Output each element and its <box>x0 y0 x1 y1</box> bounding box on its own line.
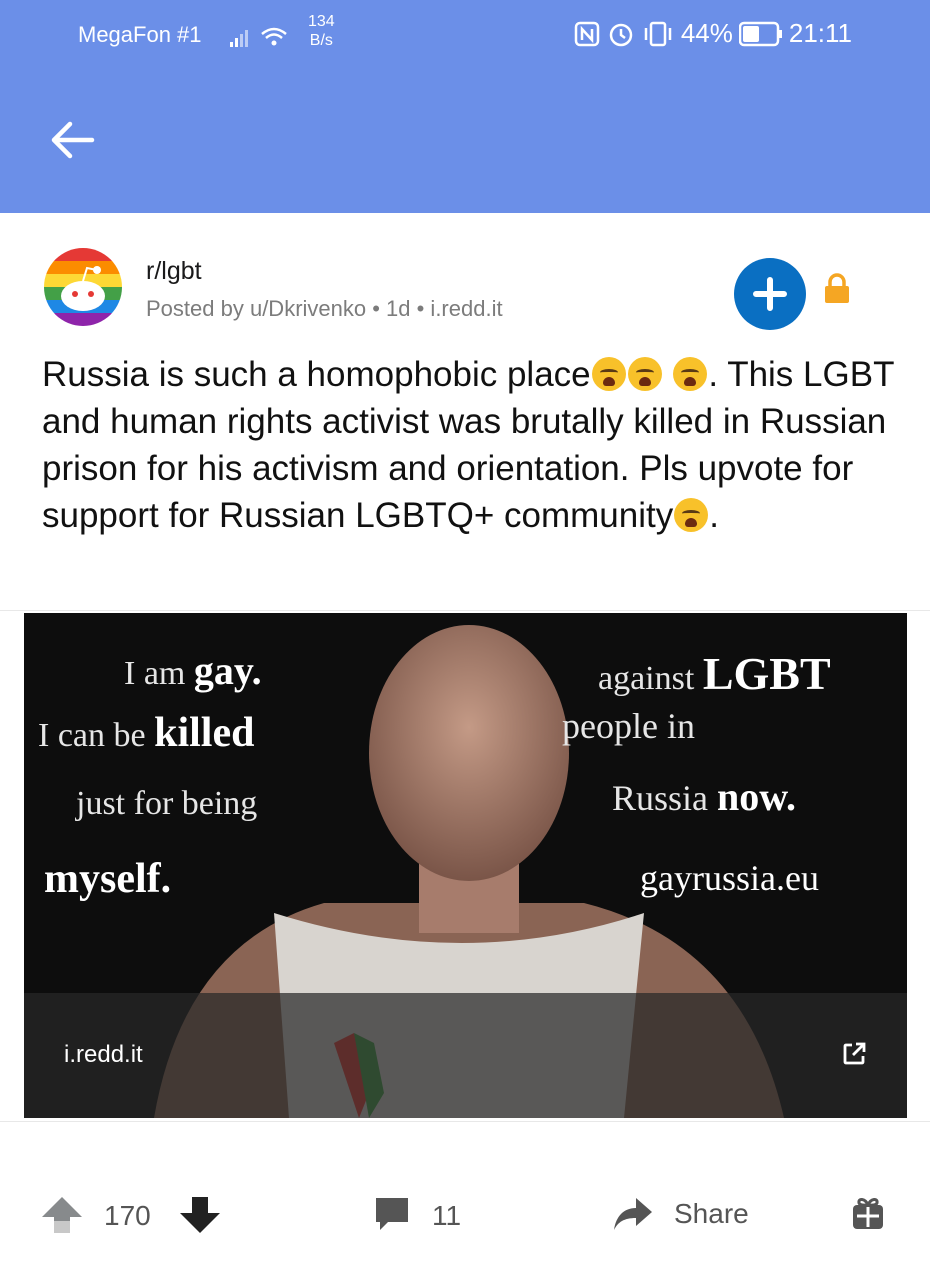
link-domain[interactable]: i.redd.it <box>64 1041 143 1069</box>
battery-percent: 44% <box>680 18 733 48</box>
upvote-button[interactable] <box>40 1195 84 1240</box>
downvote-icon <box>180 1197 220 1233</box>
speed-value: 134 <box>308 13 335 30</box>
comment-icon <box>376 1198 408 1230</box>
title-text: Russia is such a homophobic place <box>42 355 591 394</box>
post-image[interactable]: I am gay. I can be killed just for being… <box>24 613 907 1118</box>
image-text-line: gay. <box>193 648 262 693</box>
status-bar: MegaFon #1 134 B/s 44% 21:11 <box>0 0 930 70</box>
image-text-line: against <box>598 660 695 697</box>
image-text: gayrussia.eu <box>640 858 819 898</box>
share-label: Share <box>674 1198 749 1229</box>
award-button[interactable] <box>850 1195 886 1236</box>
comment-count: 11 <box>432 1200 462 1231</box>
image-text: just for being <box>76 785 258 822</box>
network-speed: 134 B/s <box>308 12 335 50</box>
clock: 21:11 <box>788 18 852 48</box>
comments-button[interactable] <box>372 1194 412 1239</box>
alarm-icon <box>609 23 633 46</box>
subreddit-name[interactable]: r/lgbt <box>146 257 202 286</box>
speed-unit: B/s <box>309 32 333 49</box>
image-text-line: now. <box>717 774 796 819</box>
post-card: r/lgbt Posted by u/Dkrivenko • 1d • i.re… <box>0 213 930 1280</box>
share-button[interactable]: Share <box>612 1194 749 1234</box>
downvote-button[interactable] <box>178 1195 222 1240</box>
post-actions: 170 11 Share <box>0 1180 930 1250</box>
battery-icon <box>738 21 782 46</box>
upvote-icon <box>42 1197 82 1233</box>
carrier-name: MegaFon #1 <box>78 22 202 47</box>
crying-emoji-icon <box>627 357 662 391</box>
back-arrow-icon <box>51 121 95 159</box>
vote-count: 170 <box>104 1200 151 1231</box>
image-text: I am gay. <box>124 647 262 694</box>
image-text: people in <box>562 706 695 746</box>
nfc-icon <box>574 21 600 46</box>
status-right: 44% 21:11 <box>573 18 852 49</box>
image-text: against LGBT <box>598 647 831 700</box>
crying-emoji-icon <box>591 357 626 391</box>
crying-emoji-icon <box>674 498 709 532</box>
app-header: MegaFon #1 134 B/s 44% 21:11 <box>0 0 930 213</box>
external-link-icon[interactable] <box>841 1041 867 1072</box>
title-text: . <box>709 496 719 535</box>
join-plus-icon <box>753 277 787 311</box>
vibrate-icon <box>644 21 672 46</box>
image-text-line: LGBT <box>702 648 831 699</box>
image-text: myself. <box>44 856 172 902</box>
image-text-line: killed <box>154 710 255 756</box>
image-text-line: I can be <box>38 717 146 754</box>
crying-emoji-icon <box>673 357 708 391</box>
image-text: Russia now. <box>612 773 796 820</box>
image-text-line: I am <box>124 655 186 692</box>
post-image-container[interactable]: I am gay. I can be killed just for being… <box>0 610 930 1122</box>
image-text: I can be killed <box>38 709 254 757</box>
share-icon <box>614 1198 652 1230</box>
back-button[interactable] <box>48 118 98 162</box>
award-icon <box>853 1198 883 1229</box>
signal-wifi-icon <box>228 24 298 55</box>
post-title[interactable]: Russia is such a homophobic place . This… <box>42 351 902 539</box>
post-meta: Posted by u/Dkrivenko • 1d • i.redd.it <box>146 296 503 321</box>
lock-icon <box>822 273 852 310</box>
join-button[interactable] <box>734 258 806 330</box>
subreddit-avatar[interactable] <box>44 248 122 326</box>
image-text-line: Russia <box>612 778 709 818</box>
link-caption-bar[interactable]: i.redd.it <box>24 993 907 1118</box>
